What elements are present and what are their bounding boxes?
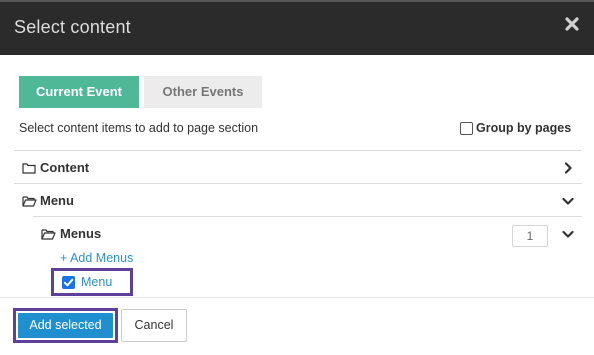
- menu-item-checkbox[interactable]: [62, 276, 75, 289]
- tree-label-menus: Menus: [60, 226, 102, 241]
- chevron-down-icon[interactable]: [562, 227, 574, 239]
- tree-row-menu[interactable]: Menu: [14, 183, 582, 216]
- footer-divider: [0, 297, 594, 298]
- add-selected-button[interactable]: Add selected: [18, 313, 113, 338]
- folder-icon: [22, 161, 36, 174]
- chevron-right-icon[interactable]: [562, 161, 574, 174]
- menus-count-badge: 1: [512, 225, 548, 247]
- select-content-dialog: Select content Current Event Other Event…: [0, 0, 594, 355]
- add-menus-link[interactable]: + Add Menus: [60, 251, 133, 265]
- menu-item-label: Menu: [81, 275, 113, 289]
- tree-label-menu: Menu: [40, 193, 74, 208]
- tree-row-menus[interactable]: Menus 1: [33, 216, 582, 249]
- cancel-button[interactable]: Cancel: [121, 309, 187, 342]
- tree-label-content: Content: [40, 160, 90, 175]
- group-by-pages-label: Group by pages: [476, 121, 572, 135]
- chevron-down-icon[interactable]: [562, 194, 574, 206]
- folder-open-icon: [22, 194, 37, 207]
- instructions-text: Select content items to add to page sect…: [19, 121, 259, 135]
- folder-open-icon: [41, 227, 56, 240]
- tab-other-events[interactable]: Other Events: [144, 76, 262, 108]
- group-by-pages-toggle[interactable]: Group by pages: [460, 121, 571, 135]
- add-selected-highlight: Add selected: [13, 308, 118, 343]
- dialog-header: Select content: [0, 0, 594, 55]
- header-top-strip: [0, 0, 594, 2]
- tree-row-content[interactable]: Content: [14, 150, 582, 183]
- content-item-menu[interactable]: Menu: [51, 268, 133, 296]
- group-by-pages-checkbox[interactable]: [460, 121, 473, 135]
- close-icon[interactable]: [564, 16, 582, 36]
- tab-current-event[interactable]: Current Event: [19, 76, 139, 108]
- dialog-title: Select content: [14, 17, 131, 37]
